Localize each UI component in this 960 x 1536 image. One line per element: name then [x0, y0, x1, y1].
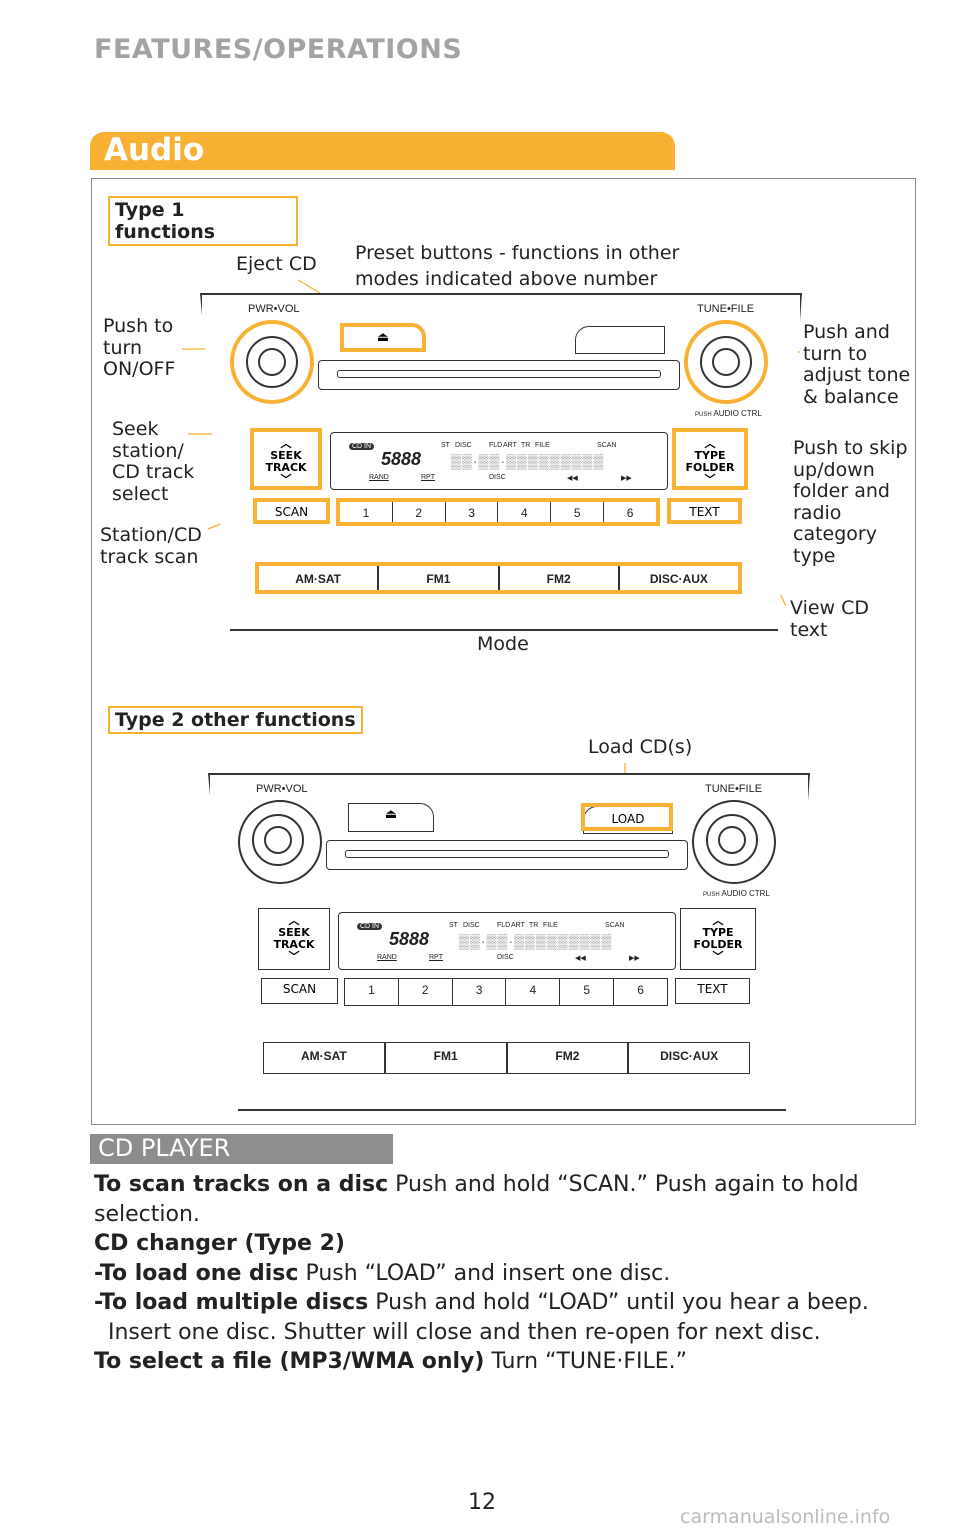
chevron-down-icon: ﹀: [288, 950, 300, 963]
instruction-line: Insert one disc. Shutter will close and …: [94, 1319, 821, 1345]
preset-button-6[interactable]: 6: [614, 979, 667, 1005]
preset-button-3[interactable]: 3: [446, 502, 499, 522]
mode-buttons: AM·SAT FM1 FM2 DISC·AUX: [263, 1042, 750, 1074]
preset-button-5[interactable]: 5: [560, 979, 615, 1005]
chevron-down-icon: ﹀: [704, 473, 716, 486]
callout-text: View CD text: [790, 597, 870, 641]
instruction-line: To select a file (MP3/WMA only) Turn “TU…: [94, 1349, 688, 1374]
cd-player-title: CD PLAYER: [98, 1134, 231, 1162]
eject-icon: ⏏: [376, 330, 390, 345]
mode-button[interactable]: FM2: [508, 1043, 630, 1073]
mode-button[interactable]: FM1: [379, 566, 500, 590]
pwr-vol-knob[interactable]: [230, 320, 314, 404]
instruction-line: To scan tracks on a disc Push and hold “…: [94, 1172, 859, 1197]
mode-button[interactable]: FM2: [500, 566, 620, 590]
preset-buttons: 123456: [336, 498, 660, 526]
mode-button[interactable]: AM·SAT: [264, 1043, 386, 1073]
instruction-line: -To load one disc Push “LOAD” and insert…: [94, 1260, 671, 1286]
pwr-vol-label: PWR•VOL: [248, 303, 300, 315]
mode-button[interactable]: FM1: [386, 1043, 508, 1073]
chevron-down-icon: ﹀: [280, 473, 292, 486]
preset-button-2[interactable]: 2: [393, 502, 446, 522]
preset-button-5[interactable]: 5: [551, 502, 605, 522]
instruction-line: -To load multiple discs Push and hold “L…: [94, 1290, 869, 1315]
tune-file-label: TUNE•FILE: [697, 303, 755, 315]
load-highlight: [581, 803, 673, 831]
instruction-line: selection.: [94, 1201, 200, 1227]
tune-file-label: TUNE•FILE: [705, 783, 763, 795]
tune-file-knob[interactable]: [684, 320, 768, 404]
mode-button[interactable]: DISC·AUX: [620, 566, 738, 590]
pwr-vol-label: PWR•VOL: [256, 783, 308, 795]
callout-eject: Eject CD: [236, 253, 317, 275]
callout-folder: Push to skip up/down folder and radio catego…: [793, 437, 908, 567]
pwr-vol-knob[interactable]: [238, 800, 322, 884]
type-folder-button[interactable]: ︿ TYPE FOLDER ﹀: [680, 908, 756, 970]
callout-seek: Seek station/CD track select: [112, 418, 195, 505]
eject-icon: ⏏: [384, 807, 398, 822]
cd-slot: [326, 840, 688, 870]
instruction-line: CD changer (Type 2): [94, 1231, 345, 1256]
seek-track-button[interactable]: ︿ SEEK TRACK ﹀: [258, 908, 330, 970]
callout-load: Load CD(s): [588, 736, 693, 758]
cd-player-instructions: To scan tracks on a disc Push and hold “…: [94, 1170, 869, 1377]
text-button[interactable]: TEXT: [667, 498, 742, 524]
push-audio-ctrl-label: PUSH AUDIO CTRL: [695, 409, 762, 418]
preset-button-6[interactable]: 6: [604, 502, 656, 522]
mode-button[interactable]: DISC·AUX: [629, 1043, 749, 1073]
callout-preset: Preset buttons - functions in other modes…: [355, 242, 680, 290]
cd-player-banner: CD PLAYER: [90, 1134, 393, 1164]
mode-buttons: AM·SAT FM1 FM2 DISC·AUX: [255, 562, 742, 594]
lcd-display: CD IN ST DISC FLD ART TR FILE SCAN 5888 …: [338, 912, 676, 970]
preset-button-4[interactable]: 4: [498, 502, 552, 522]
page-number: 12: [468, 1490, 496, 1515]
preset-button-3[interactable]: 3: [453, 979, 507, 1005]
callout-power: Push to turn ON/OFF: [103, 315, 176, 380]
cd-changer-button[interactable]: [575, 326, 665, 354]
cd-slot: [318, 360, 680, 390]
chevron-down-icon: ﹀: [712, 950, 724, 963]
eject-button[interactable]: ⏏: [340, 323, 426, 352]
text-button[interactable]: TEXT: [675, 978, 750, 1004]
preset-button-4[interactable]: 4: [506, 979, 561, 1005]
preset-buttons: 123456: [344, 978, 668, 1006]
lcd-display: CD IN ST DISC FLD ART TR FILE SCAN 5888 …: [330, 432, 668, 490]
type-folder-button[interactable]: ︿ TYPE FOLDER ﹀: [672, 428, 748, 490]
scan-button[interactable]: SCAN: [261, 978, 338, 1004]
seek-track-button[interactable]: ︿ SEEK TRACK ﹀: [250, 428, 322, 490]
push-audio-ctrl-label: PUSH AUDIO CTRL: [703, 889, 770, 898]
callout-mode: Mode: [477, 633, 529, 655]
watermark: carmanualsonline.info: [680, 1506, 891, 1528]
eject-button[interactable]: ⏏: [348, 803, 434, 832]
mode-button[interactable]: AM·SAT: [259, 566, 380, 590]
preset-button-1[interactable]: 1: [345, 979, 399, 1005]
callout-tune: Push and turn to adjust tone & balance: [803, 321, 911, 408]
preset-button-1[interactable]: 1: [340, 502, 393, 522]
tune-file-knob[interactable]: [692, 800, 776, 884]
manual-page: FEATURES/OPERATIONS Audio Type 1 functio…: [0, 0, 960, 1536]
callout-scan: Station/CD track scan: [100, 524, 202, 568]
scan-button[interactable]: SCAN: [253, 498, 330, 524]
preset-button-2[interactable]: 2: [399, 979, 453, 1005]
